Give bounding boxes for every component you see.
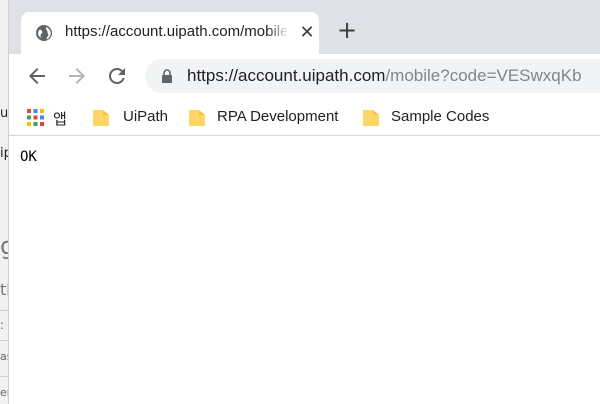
- toolbar: https://account.uipath.com/mobile?code=V…: [9, 54, 600, 98]
- background-text: ur: [0, 106, 8, 121]
- bookmark-label: Sample Codes: [391, 108, 490, 125]
- background-text: :: [0, 318, 5, 332]
- close-tab-button[interactable]: ✕: [297, 23, 317, 43]
- apps-grid-icon: [27, 109, 44, 126]
- globe-icon: [36, 25, 52, 41]
- bookmark-label: RPA Development: [217, 108, 339, 125]
- background-divider: [0, 310, 8, 311]
- bookmark-folder-rpa-development[interactable]: RPA Development: [189, 106, 359, 128]
- address-bar[interactable]: https://account.uipath.com/mobile?code=V…: [145, 59, 600, 93]
- url-path: /mobile?code=VESwxqKb: [385, 66, 582, 85]
- background-divider: [0, 340, 8, 341]
- background-text: as: [0, 350, 8, 363]
- url-text[interactable]: https://account.uipath.com/mobile?code=V…: [187, 65, 582, 87]
- new-tab-button[interactable]: +: [335, 18, 359, 42]
- tab-title-fade: [267, 20, 289, 46]
- bookmark-folder-sample-codes[interactable]: Sample Codes: [363, 106, 513, 128]
- screen: ur ip g th : as en https://account.uipat…: [0, 0, 600, 404]
- forward-arrow-icon[interactable]: [65, 64, 89, 88]
- response-text: OK: [20, 149, 37, 165]
- bookmark-label: 앱: [53, 111, 67, 128]
- bookmark-label: UiPath: [123, 108, 169, 125]
- tab-title: https://account.uipath.com/mobile?code=V…: [65, 23, 287, 40]
- background-text: g: [0, 232, 8, 260]
- bookmarks-bar: 앱 UiPath RPA Development Sample Codes: [9, 98, 600, 136]
- background-text: en: [0, 386, 8, 399]
- tab-strip: https://account.uipath.com/mobile?code=V…: [9, 0, 600, 54]
- folder-icon: [363, 110, 379, 126]
- lock-icon[interactable]: [161, 69, 173, 83]
- url-host: https://account.uipath.com: [187, 66, 386, 85]
- active-tab[interactable]: https://account.uipath.com/mobile?code=V…: [21, 12, 319, 54]
- page-content: OK: [9, 137, 600, 404]
- folder-icon: [93, 110, 109, 126]
- background-window: ur ip g th : as en: [0, 0, 8, 404]
- bookmark-apps[interactable]: 앱: [27, 106, 75, 128]
- background-divider: [0, 376, 8, 377]
- background-text: ip: [0, 146, 8, 161]
- back-arrow-icon[interactable]: [25, 64, 49, 88]
- folder-icon: [189, 110, 205, 126]
- bookmark-folder-uipath[interactable]: UiPath: [93, 106, 193, 128]
- browser-window: https://account.uipath.com/mobile?code=V…: [8, 0, 600, 404]
- reload-icon[interactable]: [105, 64, 129, 88]
- background-text: th: [0, 280, 8, 299]
